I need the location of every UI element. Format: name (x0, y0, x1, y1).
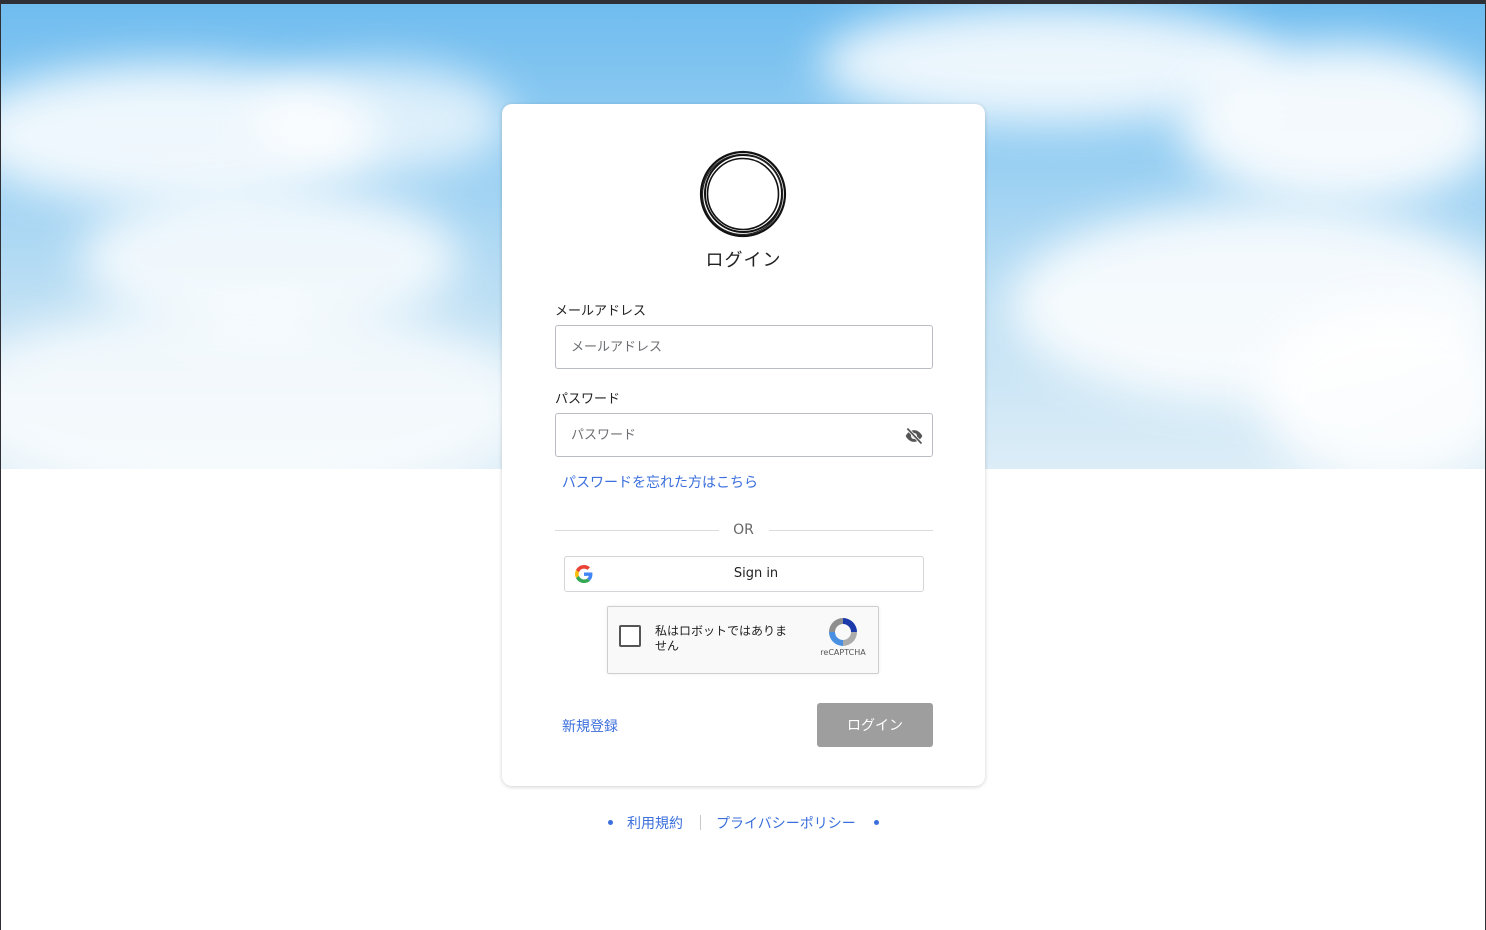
recaptcha-widget: 私はロボットではありません reCAPTCHA (607, 606, 879, 674)
login-card: ログイン メールアドレス パスワード パスワードを忘れた方はこちら OR (502, 104, 985, 786)
logo-circle-icon (699, 150, 787, 238)
google-sign-in-label: Sign in (733, 566, 779, 581)
privacy-policy-link[interactable]: プライバシーポリシー (716, 813, 856, 833)
recaptcha-label: 私はロボットではありません (655, 624, 788, 653)
email-field[interactable] (569, 326, 893, 368)
recaptcha-checkbox[interactable] (619, 625, 641, 647)
divider-right (769, 530, 933, 531)
footer-separator (700, 815, 701, 830)
email-label: メールアドレス (555, 304, 647, 319)
recaptcha-brand: reCAPTCHA (820, 648, 866, 657)
page-title: ログイン (705, 250, 782, 271)
forgot-password-link[interactable]: パスワードを忘れた方はこちら (562, 472, 758, 492)
footer-bullet (874, 820, 879, 825)
password-field[interactable] (569, 414, 893, 456)
window-left-edge (0, 4, 1, 930)
google-sign-in-button[interactable]: Sign in (564, 556, 924, 592)
register-link[interactable]: 新規登録 (562, 716, 618, 736)
terms-link[interactable]: 利用規約 (627, 813, 683, 833)
recaptcha-icon (829, 618, 857, 646)
email-field-wrapper (555, 325, 933, 369)
login-page: ログイン メールアドレス パスワード パスワードを忘れた方はこちら OR (0, 0, 1486, 930)
login-button[interactable]: ログイン (817, 703, 933, 747)
eye-off-icon[interactable] (904, 426, 924, 446)
footer-links: 利用規約 プライバシーポリシー (0, 812, 1486, 836)
footer-bullet (608, 820, 613, 825)
password-field-wrapper (555, 413, 933, 457)
password-label: パスワード (555, 392, 621, 407)
